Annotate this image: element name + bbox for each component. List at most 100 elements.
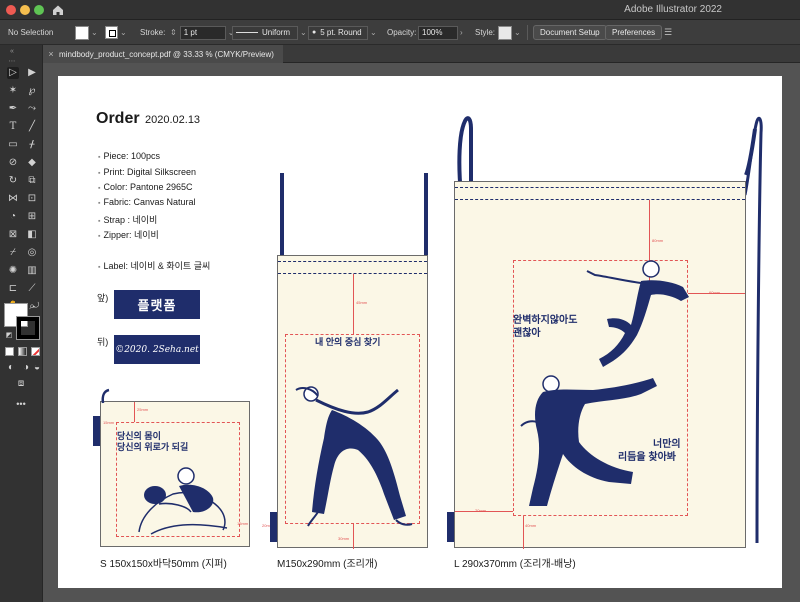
stroke-swatch[interactable]: ⌄ <box>105 20 127 45</box>
draw-normal-icon[interactable]: ◐ <box>5 362 17 374</box>
shape-builder-tool-icon[interactable]: ◔ <box>7 211 19 223</box>
spec-print: Print: Digital Silkscreen <box>98 167 196 177</box>
eyedropper-tool-icon[interactable]: ⌿ <box>7 247 19 259</box>
chevron-down-icon: ⌄ <box>120 28 127 37</box>
stroke-label: Stroke: <box>140 28 166 37</box>
order-date: 2020.02.13 <box>145 114 201 126</box>
gradient-mode-icon[interactable] <box>18 347 27 356</box>
stretching-figure-illustration <box>295 386 413 527</box>
order-title: Order <box>96 110 140 127</box>
profile-label: Uniform <box>262 28 291 37</box>
screen-mode-icon[interactable]: ⧈ <box>15 378 27 390</box>
back-logo-label: ©2020. 2Seha.net <box>114 335 200 364</box>
spec-label: Label: 네이비 & 화이트 글씨 <box>98 259 210 272</box>
document-tab-bar: × mindbody_product_concept.pdf @ 33.33 %… <box>43 45 800 63</box>
rotate-tool-icon[interactable]: ↻ <box>7 175 19 187</box>
gradient-tool-icon[interactable]: ◧ <box>26 229 38 241</box>
large-bag: 80mm 60mm 40mm 20mm 완벽하지않아도 괜찮아 너만의 리듬을 … <box>454 181 746 549</box>
canvas-area[interactable]: Order 2020.02.13 Piece: 100pcs Print: Di… <box>43 63 800 602</box>
chevron-down-icon: ⌄ <box>91 28 98 37</box>
small-bag-caption: S 150x150x바닥50mm (지퍼) <box>100 559 227 570</box>
artboard-tool-icon[interactable]: ⊏ <box>7 283 19 295</box>
selection-status: No Selection <box>8 28 54 37</box>
spec-color: Color: Pantone 2965C <box>98 182 192 192</box>
chevron-down-icon: ⌄ <box>514 28 521 37</box>
spec-piece: Piece: 100pcs <box>98 151 160 161</box>
artboard[interactable]: Order 2020.02.13 Piece: 100pcs Print: Di… <box>58 76 782 588</box>
tools-panel: « ⋯ ▷ ▶ ✶ ℘ ✒ ⤳ T ╱ ▭ ᚋ ⊘ ◆ ↻ ⧉ ⋈ ⊡ ◔ ⊞ … <box>0 45 43 602</box>
fill-swatch[interactable]: ⌄ <box>75 20 98 45</box>
magic-wand-tool-icon[interactable]: ✶ <box>7 85 19 97</box>
direct-selection-tool-icon[interactable]: ▶ <box>26 67 38 79</box>
curvature-tool-icon[interactable]: ⤳ <box>26 103 38 115</box>
large-bag-tag <box>447 512 454 542</box>
line-profile-icon <box>236 32 258 33</box>
draw-inside-icon[interactable]: ◒ <box>31 362 43 374</box>
swap-colors-icon[interactable]: ⤾ <box>30 300 42 312</box>
blend-tool-icon[interactable]: ◎ <box>26 247 38 259</box>
front-label-caption: 앞) <box>97 293 109 303</box>
opacity-field[interactable]: 100% <box>418 25 458 40</box>
front-logo-label: 플랫폼 <box>114 290 200 319</box>
opacity-control[interactable]: 100% › <box>418 20 463 45</box>
style-label: Style: <box>475 28 496 37</box>
hugging-figure-illustration <box>138 467 228 535</box>
stroke-color-indicator[interactable] <box>16 316 40 340</box>
zoom-window-button[interactable] <box>34 5 44 15</box>
small-bag-tag <box>93 416 100 446</box>
brush-definition[interactable]: ● 5 pt. Round ⌄ <box>308 20 377 45</box>
minimize-window-button[interactable] <box>20 5 30 15</box>
panel-options-icon[interactable]: ☰ <box>664 20 672 45</box>
medium-bag-right-strap <box>424 173 428 255</box>
medium-bag-text: 내 안의 중심 찾기 <box>315 337 381 347</box>
variable-width-profile[interactable]: Uniform ⌄ <box>232 20 307 45</box>
style-swatch-icon <box>498 25 512 40</box>
width-tool-icon[interactable]: ⋈ <box>7 193 19 205</box>
stroke-weight-field[interactable]: 1 pt <box>179 25 226 40</box>
scale-tool-icon[interactable]: ⧉ <box>26 175 38 187</box>
pen-tool-icon[interactable]: ✒ <box>7 103 19 115</box>
stepper-icon[interactable]: ⇕ <box>170 28 177 37</box>
medium-bag-tag <box>270 512 277 542</box>
chevron-down-icon[interactable]: ⌄ <box>300 28 307 37</box>
chevron-down-icon[interactable]: ⌄ <box>370 28 377 37</box>
symbol-sprayer-tool-icon[interactable]: ✺ <box>7 265 19 277</box>
eraser-tool-icon[interactable]: ◆ <box>26 157 38 169</box>
dancing-figure-top-illustration <box>586 260 689 367</box>
rectangle-tool-icon[interactable]: ▭ <box>7 139 19 151</box>
color-mode-icon[interactable] <box>5 347 14 356</box>
spec-strap: Strap : 네이비 <box>98 213 157 226</box>
perspective-grid-tool-icon[interactable]: ⊞ <box>26 211 38 223</box>
shaper-tool-icon[interactable]: ⊘ <box>7 157 19 169</box>
small-bag: 25mm 15mm 15mm 당신의 몸이 당신의 위로가 되길 <box>100 401 250 547</box>
document-tab[interactable]: × mindbody_product_concept.pdf @ 33.33 %… <box>43 45 283 63</box>
medium-bag-left-strap <box>280 173 284 255</box>
home-icon[interactable] <box>51 3 65 17</box>
brush-label: 5 pt. Round <box>320 28 362 37</box>
fill-color-icon <box>75 25 89 40</box>
paintbrush-tool-icon[interactable]: ᚋ <box>26 139 38 151</box>
default-colors-icon[interactable]: ◩ <box>3 330 15 342</box>
line-tool-icon[interactable]: ╱ <box>26 121 38 133</box>
free-transform-tool-icon[interactable]: ⊡ <box>26 193 38 205</box>
medium-bag-caption: M150x290mm (조리개) <box>277 559 378 570</box>
slice-tool-icon[interactable]: ⟋ <box>26 283 38 295</box>
stroke-weight-control[interactable]: ⇕ 1 pt ⌄ <box>168 20 234 45</box>
close-window-button[interactable] <box>6 5 16 15</box>
small-bag-zipper-pull <box>101 388 110 404</box>
column-graph-tool-icon[interactable]: ▥ <box>26 265 38 277</box>
lasso-tool-icon[interactable]: ℘ <box>26 85 38 97</box>
type-tool-icon[interactable]: T <box>7 121 19 133</box>
mesh-tool-icon[interactable]: ⊠ <box>7 229 19 241</box>
preferences-button[interactable]: Preferences <box>605 25 663 40</box>
title-bar: Adobe Illustrator 2022 <box>0 0 800 20</box>
edit-toolbar-icon[interactable]: ••• <box>15 398 27 410</box>
none-mode-icon[interactable] <box>31 347 40 356</box>
document-setup-button[interactable]: Document Setup <box>533 25 607 40</box>
graphic-style-swatch[interactable]: ⌄ <box>498 20 521 45</box>
close-tab-icon[interactable]: × <box>43 49 59 59</box>
chevron-right-icon[interactable]: › <box>460 28 463 37</box>
spec-zipper: Zipper: 네이비 <box>98 228 158 241</box>
dancing-figure-bottom-illustration <box>520 375 657 506</box>
selection-tool-icon[interactable]: ▷ <box>7 67 19 79</box>
